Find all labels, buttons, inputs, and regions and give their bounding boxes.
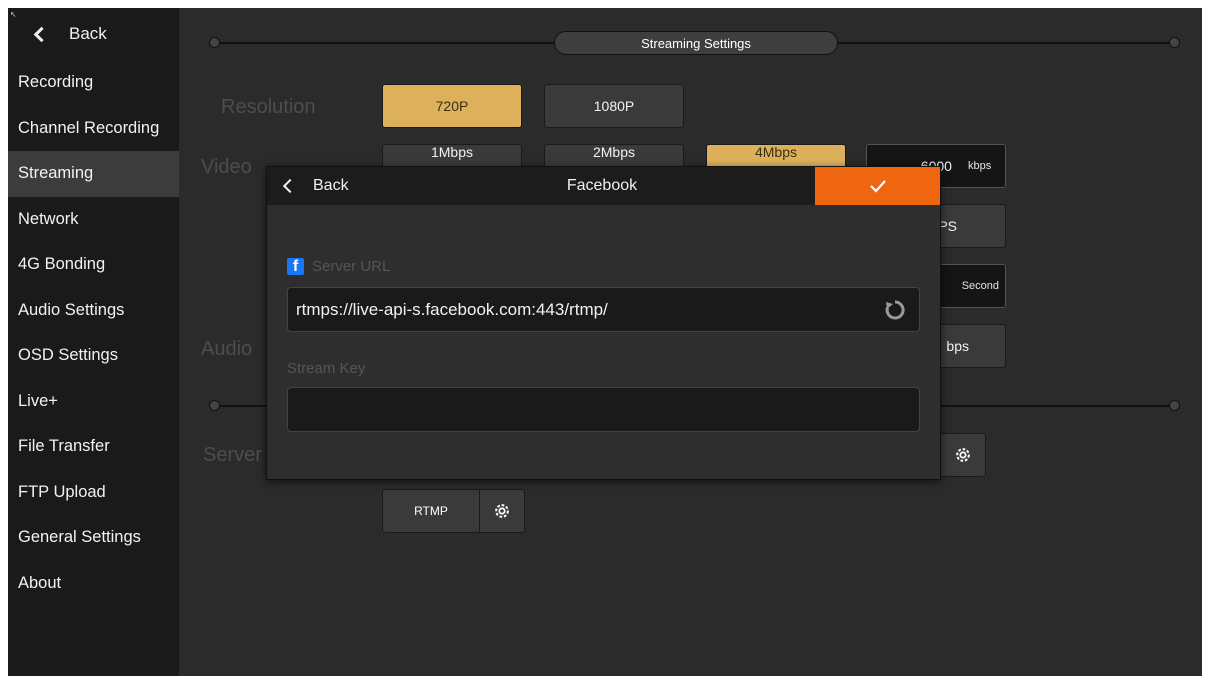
resolution-720p-button[interactable]: 720P <box>382 84 522 128</box>
reset-icon[interactable] <box>883 298 907 322</box>
sidebar-item-network[interactable]: Network <box>8 197 179 243</box>
server-settings-button[interactable] <box>940 433 986 477</box>
gop-unit: Second <box>961 280 999 292</box>
dialog-back-label: Back <box>313 177 349 194</box>
fps-label: PS <box>938 218 957 234</box>
server-url-field[interactable]: rtmps://live-api-s.facebook.com:443/rtmp… <box>287 287 920 332</box>
sidebar-item-label: Live+ <box>18 391 58 410</box>
divider-dot <box>209 37 220 48</box>
dialog-title: Facebook <box>566 177 638 194</box>
dialog-back-button[interactable]: Back <box>282 167 349 205</box>
rtmp-label: RTMP <box>383 490 480 532</box>
sidebar: ↖ Back Recording Channel Recording Strea… <box>8 8 179 676</box>
chevron-left-icon <box>33 26 50 42</box>
section-title: Streaming Settings <box>554 31 838 55</box>
gear-icon <box>495 504 509 518</box>
sidebar-item-file-transfer[interactable]: File Transfer <box>8 424 179 470</box>
sidebar-item-about[interactable]: About <box>8 561 179 607</box>
option-label: 4Mbps <box>754 144 798 160</box>
stream-key-label: Stream Key <box>287 360 366 377</box>
sidebar-item-streaming[interactable]: Streaming <box>8 151 179 197</box>
sidebar-back-label: Back <box>69 24 107 43</box>
sidebar-item-label: File Transfer <box>18 437 110 456</box>
sidebar-item-label: OSD Settings <box>18 346 118 365</box>
option-label: 720P <box>435 98 469 114</box>
rtmp-button[interactable]: RTMP <box>382 489 525 533</box>
confirm-button[interactable] <box>815 167 940 205</box>
server-url-label-row: f Server URL <box>287 258 390 275</box>
option-label: 2Mbps <box>592 144 636 160</box>
stream-key-label-row: Stream Key <box>287 360 365 377</box>
sidebar-item-ftp-upload[interactable]: FTP Upload <box>8 470 179 516</box>
dialog-header: Back Facebook <box>267 167 940 205</box>
sidebar-menu: Recording Channel Recording Streaming Ne… <box>8 60 179 606</box>
sidebar-item-label: Audio Settings <box>18 300 125 319</box>
sidebar-back-button[interactable]: Back <box>8 8 179 60</box>
resolution-label: Resolution <box>221 96 316 118</box>
video-bitrate-label: Video <box>201 156 252 178</box>
gear-icon <box>956 448 970 462</box>
rtmp-settings-button[interactable] <box>480 490 524 532</box>
sidebar-item-channel-recording[interactable]: Channel Recording <box>8 106 179 152</box>
sidebar-item-4g-bonding[interactable]: 4G Bonding <box>8 242 179 288</box>
server-url-value: rtmps://live-api-s.facebook.com:443/rtmp… <box>296 299 608 319</box>
app-screen: ↖ Back Recording Channel Recording Strea… <box>8 8 1202 676</box>
sidebar-item-audio-settings[interactable]: Audio Settings <box>8 288 179 334</box>
sidebar-item-label: Recording <box>18 73 94 92</box>
sidebar-item-label: Network <box>18 209 79 228</box>
audio-label: Audio <box>201 338 253 360</box>
section-title-text: Streaming Settings <box>641 35 751 51</box>
divider-dot <box>1169 400 1180 411</box>
sidebar-item-label: About <box>18 573 62 592</box>
resolution-1080p-button[interactable]: 1080P <box>544 84 684 128</box>
sidebar-item-osd-settings[interactable]: OSD Settings <box>8 333 179 379</box>
server-url-label: Server URL <box>312 258 391 275</box>
checkmark-icon <box>869 180 886 193</box>
divider-dot <box>1169 37 1180 48</box>
chevron-left-icon <box>282 178 298 194</box>
sidebar-item-label: Streaming <box>18 164 94 183</box>
sidebar-item-label: General Settings <box>18 528 141 547</box>
option-label: 1Mbps <box>430 144 474 160</box>
stream-key-field[interactable] <box>287 387 920 432</box>
sidebar-item-label: 4G Bonding <box>18 255 106 274</box>
facebook-dialog: Back Facebook f Server URL rtmps://live-… <box>266 166 941 480</box>
sidebar-item-live-plus[interactable]: Live+ <box>8 379 179 425</box>
sidebar-item-general-settings[interactable]: General Settings <box>8 515 179 561</box>
divider-dot <box>209 400 220 411</box>
server-label: Server <box>203 444 262 466</box>
facebook-icon: f <box>287 258 304 275</box>
sidebar-item-label: Channel Recording <box>18 118 160 137</box>
option-label: 1080P <box>593 98 635 114</box>
sidebar-item-label: FTP Upload <box>18 482 106 501</box>
sidebar-item-recording[interactable]: Recording <box>8 60 179 106</box>
bitrate-unit: kbps <box>967 160 992 172</box>
audio-bitrate-unit: bps <box>946 338 969 354</box>
